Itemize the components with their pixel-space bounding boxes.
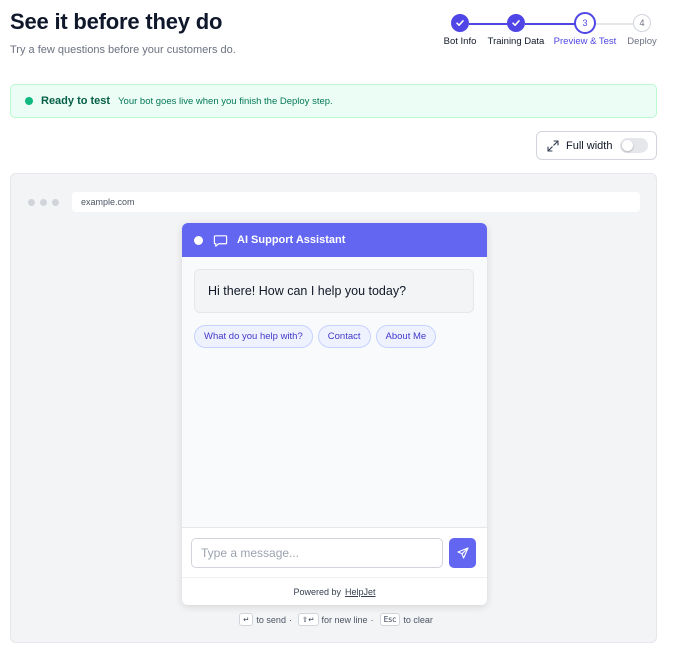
clear-hint-text: to clear bbox=[403, 614, 433, 625]
browser-bar: example.com bbox=[28, 192, 640, 212]
chat-widget: AI Support Assistant Hi there! How can I… bbox=[182, 223, 487, 605]
full-width-label: Full width bbox=[566, 139, 613, 152]
send-icon bbox=[456, 547, 469, 559]
switch-knob bbox=[622, 140, 634, 151]
wizard-stepper: Bot Info Training Data 3 Preview & Test … bbox=[437, 12, 667, 54]
url-bar: example.com bbox=[72, 192, 640, 212]
check-icon bbox=[507, 14, 525, 32]
quick-replies: What do you help with? Contact About Me bbox=[194, 325, 437, 348]
quick-reply-what-do-you-help-with[interactable]: What do you help with? bbox=[194, 325, 313, 348]
window-dots bbox=[28, 198, 72, 206]
keyboard-hints: ↵ to send · ⇧↵ for new line · Esc to cle… bbox=[11, 613, 658, 626]
ready-banner: Ready to test Your bot goes live when yo… bbox=[10, 84, 657, 118]
chat-bubble-icon bbox=[213, 234, 228, 247]
quick-reply-about-me[interactable]: About Me bbox=[375, 325, 437, 348]
message-input[interactable] bbox=[191, 538, 443, 568]
hint-separator: · bbox=[288, 614, 292, 625]
preview-frame: example.com AI Support Assistant Hi ther… bbox=[10, 173, 657, 643]
expand-icon bbox=[547, 139, 559, 152]
step-number: 3 bbox=[574, 12, 596, 34]
send-button[interactable] bbox=[449, 538, 476, 568]
enter-key-hint: ↵ bbox=[239, 613, 254, 626]
full-width-toggle-control[interactable]: Full width bbox=[536, 131, 657, 160]
page-subtitle: Try a few questions before your customer… bbox=[10, 44, 236, 56]
status-dot-icon bbox=[25, 97, 33, 105]
banner-message: Your bot goes live when you finish the D… bbox=[118, 95, 333, 107]
shift-enter-key-hint: ⇧↵ bbox=[297, 613, 319, 626]
banner-heading: Ready to test bbox=[41, 95, 111, 107]
chat-title: AI Support Assistant bbox=[237, 234, 346, 246]
full-width-switch[interactable] bbox=[620, 138, 649, 153]
page-title: See it before they do bbox=[10, 9, 223, 34]
powered-by-text: Powered by bbox=[293, 586, 341, 597]
chat-composer bbox=[182, 527, 487, 577]
step-deploy[interactable]: 4 Deploy bbox=[602, 14, 680, 47]
bot-greeting-message: Hi there! How can I help you today? bbox=[194, 269, 474, 313]
online-indicator-icon bbox=[194, 235, 203, 245]
check-icon bbox=[451, 14, 469, 32]
step-training-data[interactable]: Training Data bbox=[476, 14, 556, 47]
step-label: Deploy bbox=[627, 36, 657, 47]
send-hint-text: to send bbox=[256, 614, 286, 625]
chat-messages: Hi there! How can I help you today? What… bbox=[182, 257, 487, 527]
esc-key-hint: Esc bbox=[379, 613, 401, 626]
chat-footer: Powered by HelpJet bbox=[182, 577, 487, 605]
quick-reply-contact[interactable]: Contact bbox=[317, 325, 371, 348]
chat-header: AI Support Assistant bbox=[182, 223, 487, 257]
step-label: Training Data bbox=[487, 36, 545, 47]
hint-separator: · bbox=[370, 614, 374, 625]
brand-link[interactable]: HelpJet bbox=[345, 587, 376, 597]
step-number: 4 bbox=[633, 14, 651, 32]
newline-hint-text: for new line bbox=[321, 614, 368, 625]
